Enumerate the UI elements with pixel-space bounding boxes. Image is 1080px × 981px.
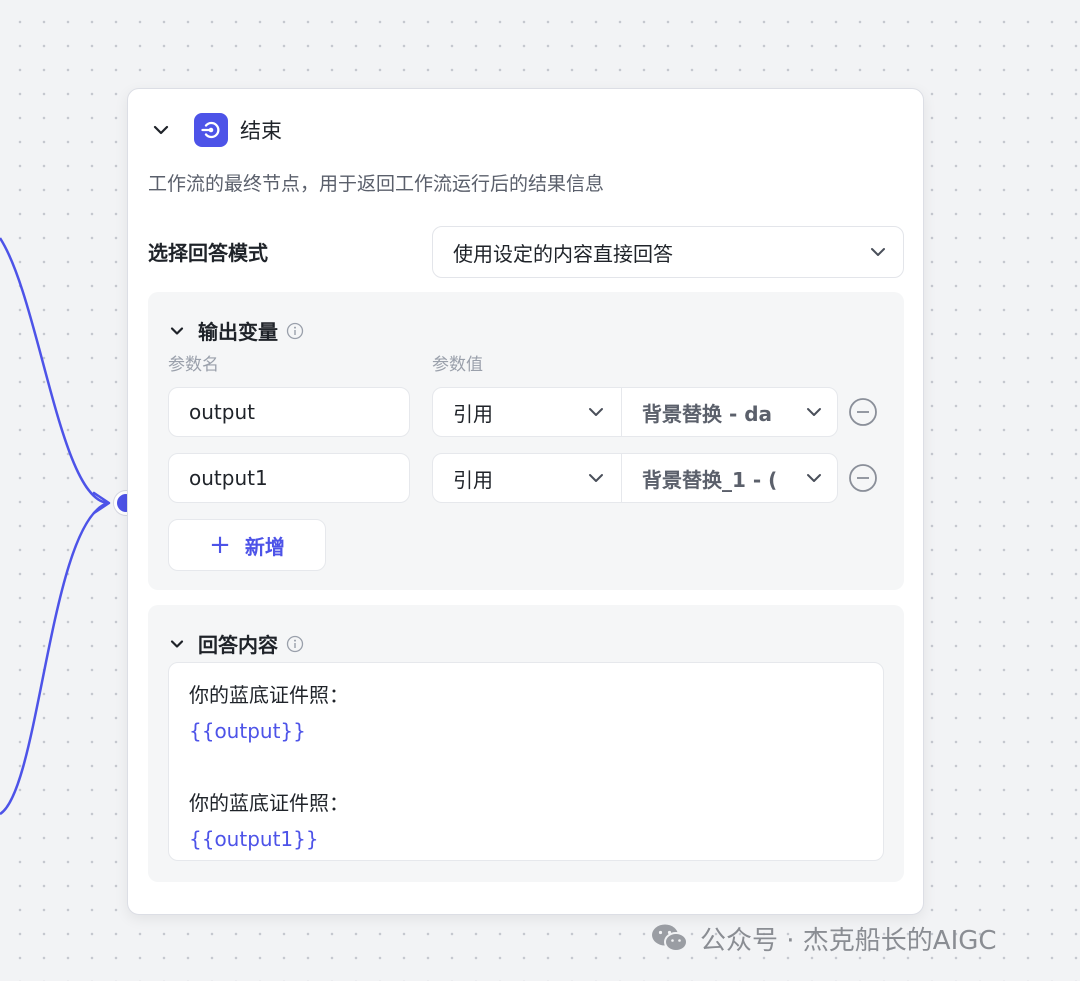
param-type-value: 引用 xyxy=(453,467,493,492)
answer-mode-value: 使用设定的内容直接回答 xyxy=(453,241,673,266)
column-header-value: 参数值 xyxy=(432,355,483,375)
answer-text-line: 你的蓝底证件照： xyxy=(189,791,349,815)
info-icon[interactable] xyxy=(286,635,304,653)
wechat-icon xyxy=(650,922,690,954)
chevron-down-icon xyxy=(587,403,605,421)
output-variables-title: 输出变量 xyxy=(198,320,278,344)
node-header: 结束 xyxy=(152,113,282,147)
collapse-chevron-icon[interactable] xyxy=(152,121,170,139)
add-variable-label: 新增 xyxy=(244,534,285,559)
output-variables-header[interactable]: 输出变量 xyxy=(168,316,304,345)
chevron-down-icon xyxy=(805,469,823,487)
node-description: 工作流的最终节点，用于返回工作流运行后的结果信息 xyxy=(148,173,605,195)
param-value: 背景替换 - da xyxy=(642,401,773,426)
answer-variable-token: {{output1}} xyxy=(189,827,319,851)
answer-variable-token: {{output}} xyxy=(189,719,306,743)
param-name-input[interactable]: output xyxy=(168,387,410,437)
add-variable-button[interactable]: + 新增 xyxy=(168,519,326,571)
param-value-select[interactable]: 背景替换 - da xyxy=(621,387,838,437)
param-value: 背景替换_1 - ( xyxy=(642,467,778,492)
answer-mode-select[interactable]: 使用设定的内容直接回答 xyxy=(432,226,904,278)
answer-content-panel: 回答内容 你的蓝底证件照： {{output}} 你的蓝底证件照： {{outp… xyxy=(148,605,904,882)
answer-content-title: 回答内容 xyxy=(198,633,278,657)
collapse-chevron-icon[interactable] xyxy=(168,322,186,340)
chevron-down-icon xyxy=(869,243,887,261)
remove-row-button[interactable] xyxy=(848,397,878,427)
answer-blank-line xyxy=(189,749,863,785)
param-value-select[interactable]: 背景替换_1 - ( xyxy=(621,453,838,503)
answer-content-editor[interactable]: 你的蓝底证件照： {{output}} 你的蓝底证件照： {{output1}} xyxy=(168,662,884,861)
column-header-name: 参数名 xyxy=(168,355,219,375)
param-type-select[interactable]: 引用 xyxy=(432,387,622,437)
chevron-down-icon xyxy=(587,469,605,487)
watermark-text: 公众号 · 杰克船长的AIGC xyxy=(700,925,997,956)
end-node-card[interactable]: 结束 工作流的最终节点，用于返回工作流运行后的结果信息 选择回答模式 使用设定的… xyxy=(127,88,924,915)
answer-text-line: 你的蓝底证件照： xyxy=(189,683,349,707)
answer-mode-label: 选择回答模式 xyxy=(148,241,268,265)
param-name-input[interactable]: output1 xyxy=(168,453,410,503)
output-variables-panel: 输出变量 参数名 参数值 output 引用 背景替换 - da output1 xyxy=(148,292,904,590)
info-icon[interactable] xyxy=(286,322,304,340)
watermark: 公众号 · 杰克船长的AIGC xyxy=(650,920,997,956)
param-type-select[interactable]: 引用 xyxy=(432,453,622,503)
chevron-down-icon xyxy=(805,403,823,421)
collapse-chevron-icon[interactable] xyxy=(168,635,186,653)
node-title: 结束 xyxy=(240,119,282,143)
answer-content-header[interactable]: 回答内容 xyxy=(168,629,304,658)
remove-row-button[interactable] xyxy=(848,463,878,493)
end-node-icon xyxy=(194,113,228,147)
param-type-value: 引用 xyxy=(453,401,493,426)
plus-icon: + xyxy=(209,530,231,560)
